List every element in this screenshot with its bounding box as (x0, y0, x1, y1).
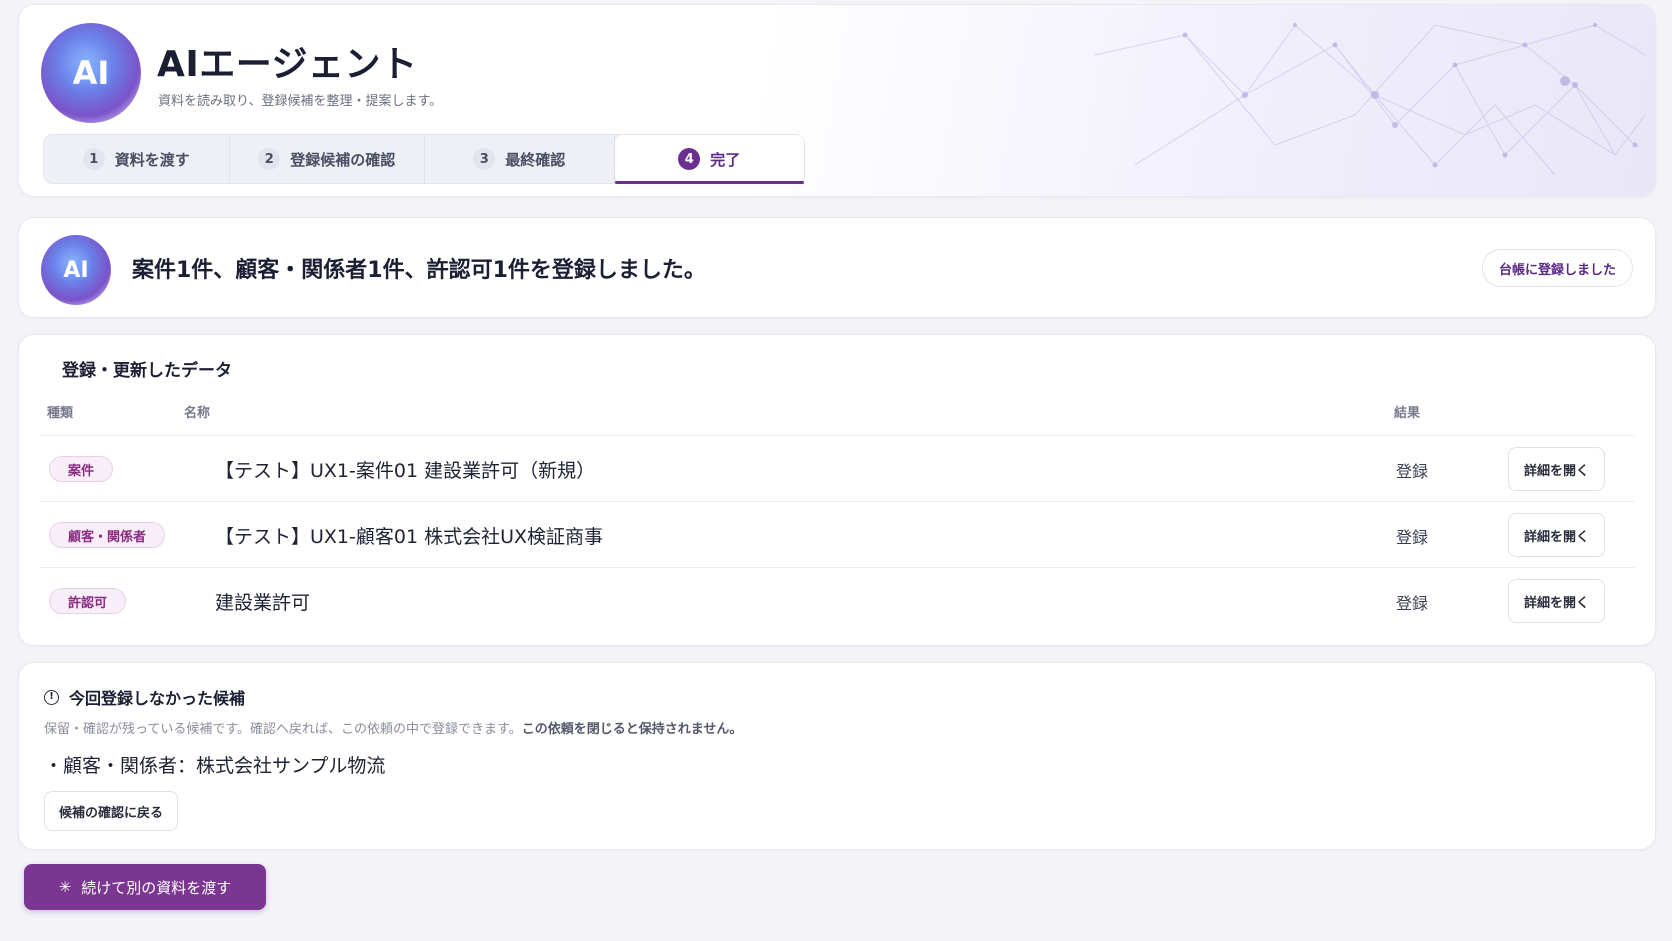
submit-another-document-button[interactable]: ✳ 続けて別の資料を渡す (24, 864, 266, 910)
page-title: AIエージェント (157, 44, 418, 85)
pending-candidate-item: ・顧客・関係者：株式会社サンプル物流 (44, 755, 386, 777)
record-name: 建設業許可 (215, 592, 311, 614)
sparkle-icon: ✳ (58, 878, 72, 896)
step-label: 完了 (710, 150, 741, 169)
pending-description-text: 保留・確認が残っている候補です。確認へ戻れば、この依頼の中で登録できます。 (44, 722, 522, 737)
open-detail-button[interactable]: 詳細を開く (1507, 447, 1605, 491)
record-result: 登録 (1396, 594, 1429, 613)
column-header-result: 結果 (1394, 406, 1421, 421)
step-label: 登録候補の確認 (290, 150, 396, 169)
record-name: 【テスト】UX1-顧客01 株式会社UX検証商事 (215, 526, 604, 548)
type-tag: 顧客・関係者 (49, 522, 166, 548)
table-row: 許認可 建設業許可 登録 詳細を開く (39, 567, 1635, 633)
record-result: 登録 (1396, 528, 1429, 547)
step-3[interactable]: 3 最終確認 (425, 135, 615, 183)
ai-brain-logo: AI (41, 23, 141, 123)
pending-title: 今回登録しなかった候補 (69, 689, 246, 708)
step-1[interactable]: 1 資料を渡す (44, 135, 230, 183)
progress-stepper: 1 資料を渡す 2 登録候補の確認 3 最終確認 4 完了 (43, 134, 805, 184)
step-number: 3 (473, 148, 496, 170)
step-2[interactable]: 2 登録候補の確認 (230, 135, 425, 183)
step-label: 資料を渡す (114, 150, 190, 169)
table-row: 案件 【テスト】UX1-案件01 建設業許可（新規） 登録 詳細を開く (39, 435, 1635, 501)
type-tag: 案件 (49, 456, 114, 482)
result-banner: AI 案件1件、顧客・関係者1件、許認可1件を登録しました。 台帳に登録しました (18, 217, 1656, 318)
back-to-candidates-button[interactable]: 候補の確認に戻る (44, 791, 179, 831)
open-detail-button[interactable]: 詳細を開く (1507, 579, 1605, 623)
section-title: 登録・更新したデータ (62, 361, 232, 381)
step-number: 1 (82, 148, 105, 170)
step-number: 2 (258, 148, 281, 170)
record-name: 【テスト】UX1-案件01 建設業許可（新規） (215, 460, 596, 482)
network-background-decoration (1094, 23, 1646, 176)
open-detail-button[interactable]: 詳細を開く (1507, 513, 1605, 557)
agent-header: AI AIエージェント 資料を読み取り、登録候補を整理・提案します。 1 資料を… (18, 4, 1656, 197)
unregistered-candidates-panel: ! 今回登録しなかった候補 保留・確認が残っている候補です。確認へ戻れば、この依… (18, 662, 1656, 850)
column-header-name: 名称 (184, 406, 211, 421)
column-header-type: 種類 (47, 406, 74, 421)
record-result: 登録 (1396, 462, 1429, 481)
registered-data-table: 登録・更新したデータ 種類 名称 結果 案件 【テスト】UX1-案件01 建設業… (18, 334, 1656, 646)
registered-status-button[interactable]: 台帳に登録しました (1481, 249, 1633, 287)
result-message: 案件1件、顧客・関係者1件、許認可1件を登録しました。 (132, 258, 706, 283)
ai-brain-logo: AI (41, 235, 111, 305)
step-number: 4 (678, 148, 701, 170)
step-4-active[interactable]: 4 完了 (614, 135, 804, 184)
page-subtitle: 資料を読み取り、登録候補を整理・提案します。 (158, 94, 443, 109)
primary-button-label: 続けて別の資料を渡す (81, 878, 232, 897)
pending-description-warning: この依頼を閉じると保持されません。 (521, 722, 743, 737)
pending-description: 保留・確認が残っている候補です。確認へ戻れば、この依頼の中で登録できます。この依… (44, 718, 742, 737)
step-label: 最終確認 (505, 150, 566, 169)
info-icon: ! (44, 689, 59, 705)
table-row: 顧客・関係者 【テスト】UX1-顧客01 株式会社UX検証商事 登録 詳細を開く (39, 501, 1635, 567)
type-tag: 許認可 (49, 588, 127, 614)
pending-title-row: ! 今回登録しなかった候補 (44, 685, 245, 709)
